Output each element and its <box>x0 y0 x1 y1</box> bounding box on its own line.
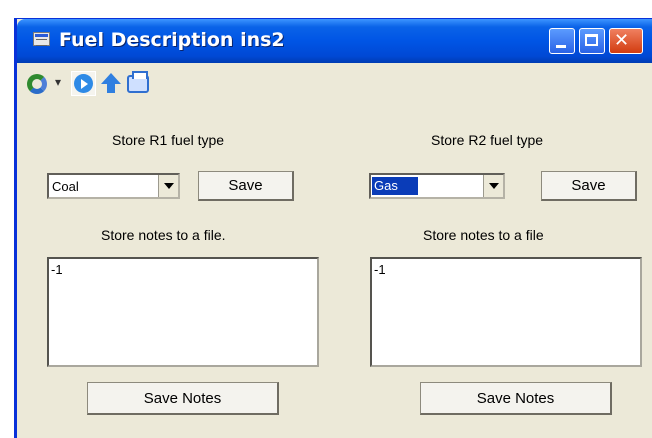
app-window: Fuel Description ins2 ✕ ▾ Store R1 fuel … <box>14 18 652 438</box>
close-icon: ✕ <box>614 30 630 51</box>
r2-save-button[interactable]: Save <box>541 171 637 201</box>
r1-fuel-label: Store R1 fuel type <box>112 132 225 148</box>
r2-notes-textarea[interactable]: -1 <box>370 257 642 367</box>
r2-save-notes-button[interactable]: Save Notes <box>420 382 612 415</box>
r2-notes-label: Store notes to a file <box>423 227 544 243</box>
maximize-button[interactable] <box>579 28 605 54</box>
r1-fuel-value: Coal <box>52 179 79 194</box>
r2-fuel-select[interactable]: Gas <box>369 173 505 199</box>
r1-notes-textarea[interactable]: -1 <box>47 257 319 367</box>
minimize-button[interactable] <box>549 28 575 54</box>
refresh-icon[interactable] <box>27 74 47 94</box>
window-title: Fuel Description ins2 <box>59 29 285 51</box>
chevron-down-icon[interactable] <box>483 175 503 197</box>
r1-save-button[interactable]: Save <box>198 171 294 201</box>
print-icon[interactable] <box>127 71 149 93</box>
app-icon[interactable] <box>33 32 50 46</box>
r2-fuel-label: Store R2 fuel type <box>431 132 544 148</box>
r2-fuel-value: Gas <box>372 177 418 195</box>
up-arrow-icon[interactable] <box>101 73 121 95</box>
r1-fuel-select[interactable]: Coal <box>47 173 180 199</box>
toolbar: ▾ <box>27 71 227 97</box>
maximize-icon <box>585 34 598 46</box>
chevron-down-icon[interactable] <box>158 175 178 197</box>
title-bar[interactable]: Fuel Description ins2 ✕ <box>17 19 652 63</box>
minimize-icon <box>556 45 566 48</box>
r1-save-notes-button[interactable]: Save Notes <box>87 382 279 415</box>
play-icon[interactable] <box>71 71 96 96</box>
close-button[interactable]: ✕ <box>609 28 643 54</box>
r1-notes-label: Store notes to a file. <box>101 227 226 243</box>
dropdown-arrow-icon[interactable]: ▾ <box>55 75 61 89</box>
